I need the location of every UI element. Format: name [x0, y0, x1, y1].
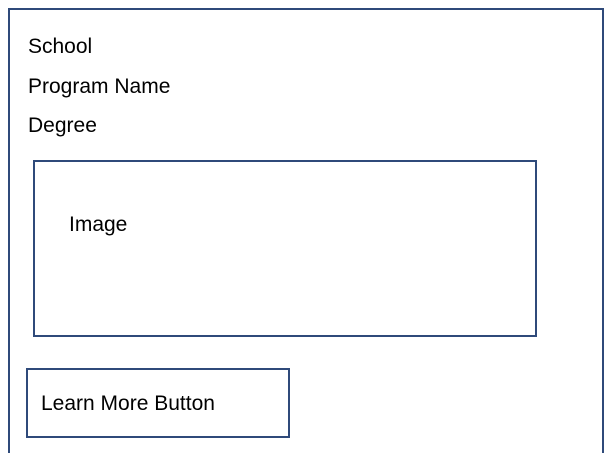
learn-more-button[interactable]: Learn More Button — [26, 368, 290, 438]
school-label: School — [28, 35, 93, 58]
learn-more-button-label: Learn More Button — [41, 392, 215, 415]
program-name-label: Program Name — [28, 75, 171, 98]
degree-label: Degree — [28, 114, 97, 137]
image-placeholder-label: Image — [69, 213, 128, 236]
image-placeholder: Image — [33, 160, 537, 337]
